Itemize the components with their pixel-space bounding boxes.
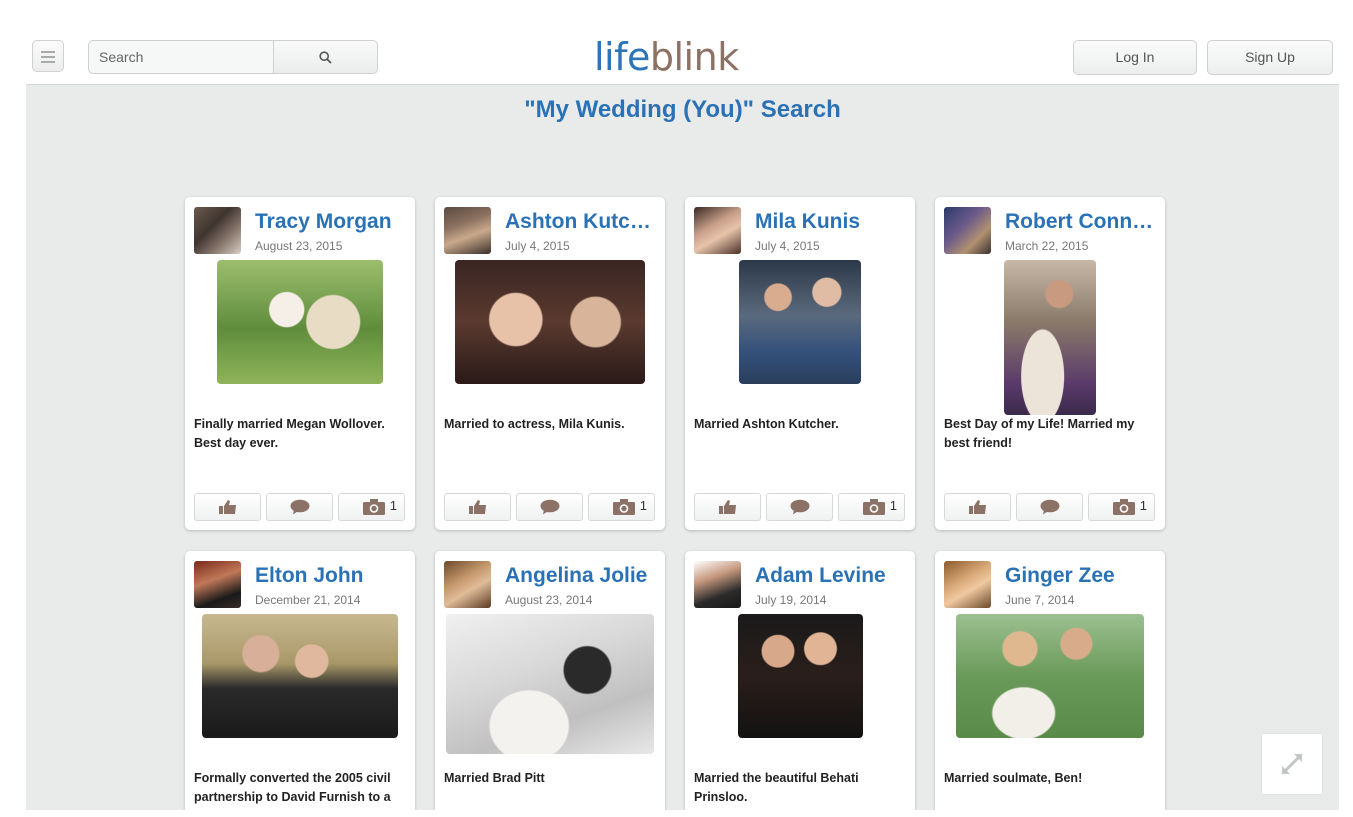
like-button[interactable] <box>944 493 1011 521</box>
photo-count: 1 <box>889 498 897 513</box>
avatar[interactable] <box>694 207 741 254</box>
card-date: August 23, 2015 <box>255 239 343 253</box>
card-caption: Best Day of my Life! Married my best fri… <box>944 417 1135 450</box>
card-name[interactable]: Adam Levine <box>755 564 907 588</box>
post-card[interactable]: Tracy Morgan August 23, 2015 Finally mar… <box>185 197 415 530</box>
wedding-photo[interactable] <box>738 614 863 738</box>
photos-button[interactable]: 1 <box>1088 493 1155 521</box>
card-date: December 21, 2014 <box>255 593 361 607</box>
comment-button[interactable] <box>766 493 833 521</box>
logo[interactable]: lifeblink <box>594 34 739 80</box>
wedding-photo[interactable] <box>217 260 383 384</box>
card-caption: Married the beautiful Behati Prinsloo. <box>694 771 859 804</box>
search-button[interactable] <box>273 40 378 74</box>
search-icon <box>319 51 332 64</box>
card-actions: 1 <box>194 493 406 521</box>
card-caption: Married soulmate, Ben! <box>944 771 1083 785</box>
wedding-photo[interactable] <box>455 260 645 384</box>
like-button[interactable] <box>444 493 511 521</box>
post-card[interactable]: Ashton Kutcher July 4, 2015 Married to a… <box>435 197 665 530</box>
fullscreen-button[interactable] <box>1262 734 1322 794</box>
card-name[interactable]: Angelina Jolie <box>505 564 657 588</box>
wedding-photo[interactable] <box>1004 260 1096 415</box>
card-date: July 19, 2014 <box>755 593 827 607</box>
expand-icon <box>1282 754 1302 774</box>
card-date: July 4, 2015 <box>755 239 820 253</box>
card-date: August 23, 2014 <box>505 593 593 607</box>
card-actions: 1 <box>944 493 1156 521</box>
card-caption: Finally married Megan Wollover. Best day… <box>194 417 385 450</box>
thumbs-up-icon <box>218 500 236 514</box>
post-card[interactable]: Robert Connelly March 22, 2015 Best Day … <box>935 197 1165 530</box>
page-title: "My Wedding (You)" Search <box>524 96 841 123</box>
card-actions: 1 <box>444 493 656 521</box>
avatar[interactable] <box>444 207 491 254</box>
search-input[interactable] <box>88 40 274 74</box>
card-caption: Married Brad Pitt <box>444 771 545 785</box>
comment-button[interactable] <box>266 493 333 521</box>
card-name[interactable]: Mila Kunis <box>755 210 907 234</box>
comment-button[interactable] <box>516 493 583 521</box>
photo-count: 1 <box>389 498 397 513</box>
card-caption: Married to actress, Mila Kunis. <box>444 417 625 431</box>
camera-icon <box>1113 499 1135 515</box>
avatar[interactable] <box>944 207 991 254</box>
photo-count: 1 <box>639 498 647 513</box>
thumbs-up-icon <box>468 500 486 514</box>
camera-icon <box>863 499 885 515</box>
card-name[interactable]: Ginger Zee <box>1005 564 1157 588</box>
thumbs-up-icon <box>718 500 736 514</box>
thumbs-up-icon <box>968 500 986 514</box>
card-date: March 22, 2015 <box>1005 239 1089 253</box>
card-date: June 7, 2014 <box>1005 593 1075 607</box>
photos-button[interactable]: 1 <box>838 493 905 521</box>
app-frame: lifeblink Log In Sign Up "My Wedding (Yo… <box>26 14 1339 810</box>
wedding-photo[interactable] <box>956 614 1144 738</box>
photo-count: 1 <box>1139 498 1147 513</box>
camera-icon <box>613 499 635 515</box>
comment-icon <box>1040 499 1059 515</box>
avatar[interactable] <box>444 561 491 608</box>
top-bar: lifeblink Log In Sign Up <box>26 14 1339 85</box>
like-button[interactable] <box>194 493 261 521</box>
card-name[interactable]: Tracy Morgan <box>255 210 407 234</box>
wedding-photo[interactable] <box>446 614 654 754</box>
like-button[interactable] <box>694 493 761 521</box>
comment-icon <box>290 499 309 515</box>
photos-button[interactable]: 1 <box>338 493 405 521</box>
avatar[interactable] <box>194 561 241 608</box>
card-caption: Formally converted the 2005 civil partne… <box>194 771 391 804</box>
camera-icon <box>363 499 385 515</box>
card-name[interactable]: Ashton Kutcher <box>505 210 657 234</box>
post-card[interactable]: Ginger Zee June 7, 2014 Married soulmate… <box>935 551 1165 810</box>
card-name[interactable]: Robert Connelly <box>1005 210 1157 234</box>
card-date: July 4, 2015 <box>505 239 570 253</box>
card-actions: 1 <box>694 493 906 521</box>
login-button[interactable]: Log In <box>1073 40 1197 75</box>
post-card[interactable]: Elton John December 21, 2014 Formally co… <box>185 551 415 810</box>
post-card[interactable]: Mila Kunis July 4, 2015 Married Ashton K… <box>685 197 915 530</box>
comment-icon <box>790 499 809 515</box>
menu-button[interactable] <box>32 40 64 72</box>
card-name[interactable]: Elton John <box>255 564 407 588</box>
wedding-photo[interactable] <box>739 260 861 384</box>
menu-icon <box>41 51 55 53</box>
avatar[interactable] <box>194 207 241 254</box>
photos-button[interactable]: 1 <box>588 493 655 521</box>
signup-button[interactable]: Sign Up <box>1207 40 1333 75</box>
card-caption: Married Ashton Kutcher. <box>694 417 839 431</box>
avatar[interactable] <box>944 561 991 608</box>
avatar[interactable] <box>694 561 741 608</box>
post-card[interactable]: Angelina Jolie August 23, 2014 Married B… <box>435 551 665 810</box>
wedding-photo[interactable] <box>202 614 398 738</box>
comment-icon <box>540 499 559 515</box>
post-card[interactable]: Adam Levine July 19, 2014 Married the be… <box>685 551 915 810</box>
comment-button[interactable] <box>1016 493 1083 521</box>
